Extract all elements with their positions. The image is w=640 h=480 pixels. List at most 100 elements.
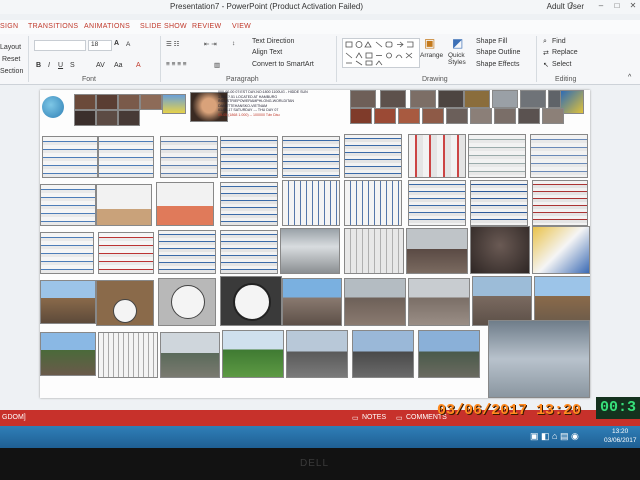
slide-caption: 000-00-00 07:EST DAY-NO:1800 1100UG - HI… bbox=[218, 90, 348, 117]
arrange-icon: ▣ bbox=[424, 36, 436, 50]
quick-styles-button[interactable]: Quick Styles bbox=[448, 52, 478, 66]
shapes-gallery[interactable] bbox=[342, 38, 420, 68]
screenshot-thumbnail bbox=[40, 184, 96, 226]
select-button[interactable]: Select bbox=[552, 61, 571, 68]
indent-icon[interactable]: ⇤ ⇥ bbox=[204, 40, 217, 48]
columns-icon[interactable]: ▥ bbox=[214, 61, 220, 69]
thumbnail bbox=[446, 108, 468, 124]
globe-image bbox=[42, 96, 64, 118]
tab-review[interactable]: REVIEW bbox=[192, 23, 221, 30]
bullets-icon[interactable]: ☰ ☷ bbox=[166, 40, 179, 48]
char-spacing-button[interactable]: AV bbox=[96, 62, 105, 69]
screenshot-thumbnail bbox=[282, 180, 340, 226]
photo-thumbnail bbox=[344, 228, 404, 274]
screenshot-thumbnail bbox=[160, 136, 218, 178]
quick-styles-icon: ◩ bbox=[452, 36, 464, 50]
align-text-button[interactable]: Align Text bbox=[252, 49, 282, 56]
photo-thumbnail bbox=[98, 332, 158, 378]
editing-group-label: Editing bbox=[555, 76, 577, 83]
shape-fill-button[interactable]: Shape Fill bbox=[476, 38, 507, 45]
caption-line: 09-05 (1868 1.000) -- 100000 Tấn Dầu bbox=[218, 112, 280, 117]
slide-canvas[interactable]: 000-00-00 07:EST DAY-NO:1800 1100UG - HI… bbox=[40, 90, 590, 398]
shape-outline-button[interactable]: Shape Outline bbox=[476, 49, 520, 56]
screenshot-thumbnail bbox=[532, 180, 588, 226]
photo-thumbnail bbox=[534, 276, 590, 326]
close-button[interactable]: ✕ bbox=[628, 1, 638, 11]
monitor-brand: DELL bbox=[300, 458, 330, 469]
shrink-font-button[interactable]: A bbox=[126, 41, 130, 48]
clock-icon bbox=[171, 285, 205, 319]
thumbnail bbox=[422, 108, 444, 124]
thumbnail bbox=[118, 94, 140, 110]
thumbnail bbox=[162, 94, 186, 114]
screenshot-thumbnail bbox=[98, 232, 154, 274]
thumbnail bbox=[438, 90, 464, 108]
italic-button[interactable]: I bbox=[48, 62, 50, 69]
font-name-box[interactable] bbox=[34, 40, 86, 51]
screenshot-thumbnail bbox=[220, 182, 278, 226]
strikethrough-button[interactable]: S bbox=[70, 62, 75, 69]
tab-slide-show[interactable]: SLIDE SHOW bbox=[140, 23, 187, 30]
thumbnail bbox=[520, 90, 546, 108]
notes-button[interactable]: NOTES bbox=[362, 414, 386, 421]
help-icon[interactable]: ? bbox=[566, 1, 576, 11]
screenshot-thumbnail bbox=[344, 134, 402, 178]
tab-animations[interactable]: ANIMATIONS bbox=[84, 23, 130, 30]
thumbnail bbox=[542, 108, 564, 124]
font-color-button[interactable]: A bbox=[136, 62, 141, 69]
thumbnail bbox=[350, 108, 372, 124]
thumbnail bbox=[380, 90, 406, 108]
clock-icon bbox=[113, 299, 137, 323]
thumbnail bbox=[350, 90, 376, 108]
status-language: GDOM] bbox=[2, 414, 26, 421]
tab-view[interactable]: VIEW bbox=[232, 23, 251, 30]
replace-button[interactable]: Replace bbox=[552, 49, 578, 56]
thumbnail bbox=[74, 94, 96, 110]
date-stamp: 03/06/2017 13:20 bbox=[437, 402, 582, 419]
tab-transitions[interactable]: TRANSITIONS bbox=[28, 23, 78, 30]
taskbar-date[interactable]: 03/06/2017 bbox=[604, 437, 637, 444]
screenshot-thumbnail bbox=[282, 136, 340, 178]
find-icon: ⌕ bbox=[543, 38, 547, 45]
photo-thumbnail bbox=[286, 330, 348, 378]
align-icons[interactable]: ≡ ≡ ≡ ≡ bbox=[166, 61, 187, 68]
section-button[interactable]: Section bbox=[0, 68, 23, 75]
shape-effects-button[interactable]: Shape Effects bbox=[476, 61, 519, 68]
maximize-button[interactable]: □ bbox=[612, 1, 622, 11]
arrange-button[interactable]: Arrange bbox=[420, 52, 443, 59]
minimize-button[interactable]: – bbox=[596, 1, 606, 11]
text-direction-button[interactable]: Text Direction bbox=[252, 38, 294, 45]
photo-thumbnail bbox=[344, 278, 406, 326]
grow-font-button[interactable]: A bbox=[114, 40, 119, 47]
convert-smartart-button[interactable]: Convert to SmartArt bbox=[252, 61, 314, 68]
sky-photo bbox=[488, 320, 590, 398]
layout-button[interactable]: Layout bbox=[0, 44, 21, 51]
comments-icon: ▭ bbox=[396, 415, 403, 422]
tray-icons[interactable]: ▣ ◧ ⌂ ▤ ◉ bbox=[530, 431, 579, 442]
font-size-box[interactable]: 18 bbox=[88, 40, 112, 51]
ribbon: Layout Reset Section 18 A A B I U S AV A… bbox=[0, 34, 640, 85]
select-icon: ↖ bbox=[543, 62, 549, 69]
collapse-ribbon-icon[interactable]: ^ bbox=[628, 74, 631, 81]
clock-icon bbox=[233, 283, 271, 321]
thumbnail bbox=[118, 110, 140, 126]
change-case-button[interactable]: Aa bbox=[114, 62, 123, 69]
clock-tower-photo bbox=[96, 280, 154, 326]
reset-button[interactable]: Reset bbox=[2, 56, 20, 63]
line-spacing-icon[interactable]: ↕ bbox=[232, 40, 235, 47]
thumbnail bbox=[374, 108, 396, 124]
thumbnail bbox=[492, 90, 518, 108]
tab-design[interactable]: SIGN bbox=[0, 23, 18, 30]
shapes-icon bbox=[345, 41, 414, 66]
find-button[interactable]: Find bbox=[552, 38, 566, 45]
font-group-label: Font bbox=[82, 76, 97, 83]
ribbon-separator bbox=[336, 36, 337, 82]
underline-button[interactable]: U bbox=[58, 62, 63, 69]
ribbon-tabs: SIGN TRANSITIONS ANIMATIONS SLIDE SHOW R… bbox=[0, 20, 640, 34]
photo-thumbnail bbox=[470, 226, 530, 274]
taskbar-time[interactable]: 13:20 bbox=[612, 428, 628, 435]
screenshot-thumbnail bbox=[468, 134, 526, 178]
bold-button[interactable]: B bbox=[36, 62, 41, 69]
thumbnail bbox=[464, 90, 490, 108]
screenshot-thumbnail bbox=[220, 230, 278, 274]
